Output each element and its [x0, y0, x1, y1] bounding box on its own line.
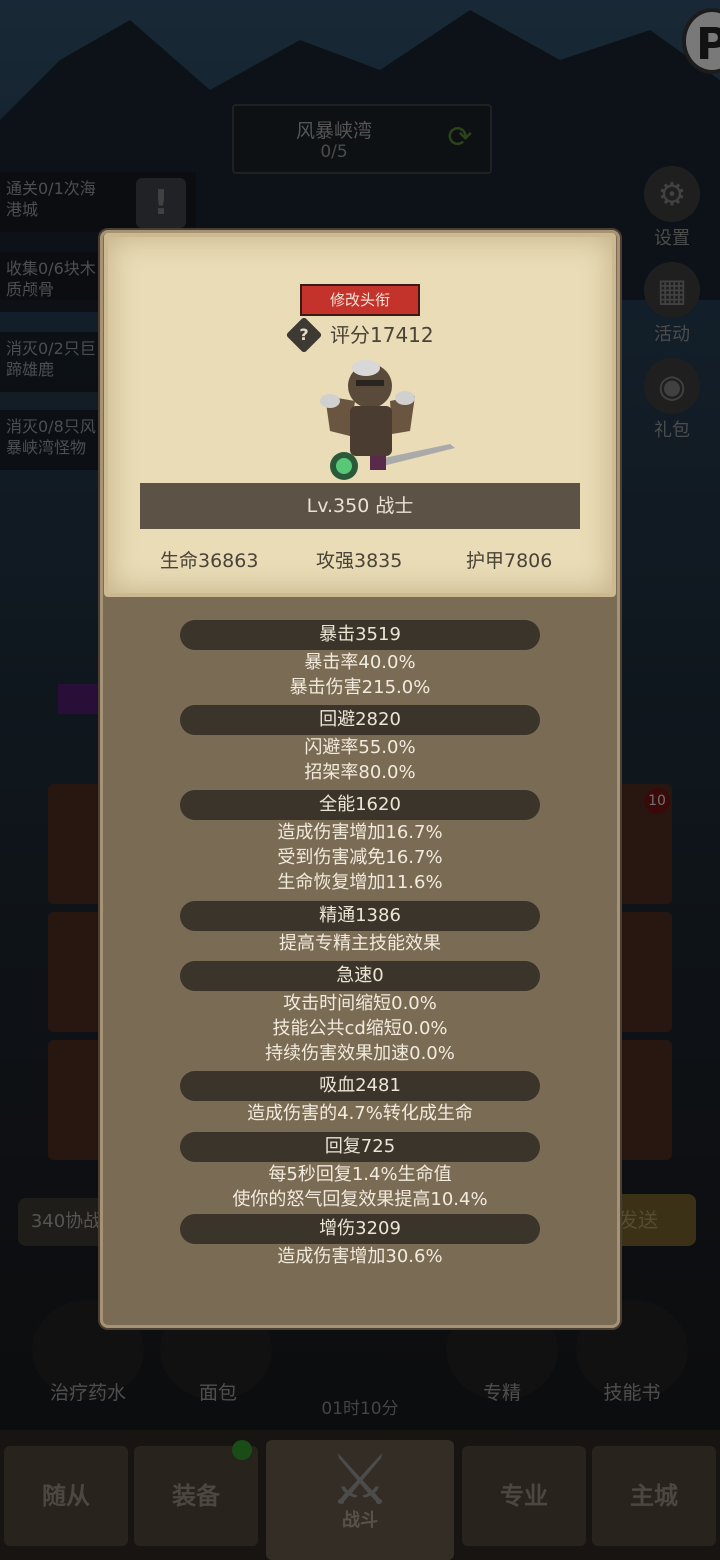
attr-versatility-header: 全能1620: [180, 790, 540, 820]
attr-detail: 闪避率55.0%: [304, 737, 416, 758]
attr-detail: 造成伤害的4.7%转化成生命: [247, 1103, 473, 1124]
attr-detail: 攻击时间缩短0.0%: [283, 993, 437, 1014]
attr-damage-header: 增伤3209: [180, 1214, 540, 1244]
hp-stat: 生命36863: [160, 550, 259, 572]
attr-leech-header: 吸血2481: [180, 1071, 540, 1101]
attr-detail: 造成伤害增加16.7%: [277, 822, 443, 843]
attr-detail: 暴击率40.0%: [304, 652, 416, 673]
change-title-button[interactable]: 修改头衔: [300, 284, 420, 316]
level-class-banner: Lv.350 战士: [140, 483, 580, 529]
attr-detail: 使你的怒气回复效果提高10.4%: [232, 1189, 488, 1210]
score-label: 评分17412: [330, 323, 434, 347]
attr-detail: 技能公共cd缩短0.0%: [272, 1018, 448, 1039]
warrior-avatar: [320, 360, 455, 480]
attr-detail: 招架率80.0%: [304, 762, 416, 783]
attr-dodge-header: 回避2820: [180, 705, 540, 735]
attr-detail: 持续伤害效果加速0.0%: [265, 1043, 455, 1064]
attr-detail: 生命恢复增加11.6%: [277, 872, 443, 893]
attack-stat: 攻强3835: [316, 550, 403, 572]
attr-regen-header: 回复725: [180, 1132, 540, 1162]
attr-detail: 提高专精主技能效果: [279, 933, 441, 954]
attr-detail: 造成伤害增加30.6%: [277, 1246, 443, 1267]
attr-detail: 每5秒回复1.4%生命值: [268, 1164, 452, 1185]
attr-haste-header: 急速0: [180, 961, 540, 991]
attr-crit-header: 暴击3519: [180, 620, 540, 650]
armor-stat: 护甲7806: [466, 550, 553, 572]
attr-mastery-header: 精通1386: [180, 901, 540, 931]
attr-detail: 受到伤害减免16.7%: [277, 847, 443, 868]
attr-detail: 暴击伤害215.0%: [289, 677, 431, 698]
question-mark-icon: ?: [299, 325, 309, 344]
